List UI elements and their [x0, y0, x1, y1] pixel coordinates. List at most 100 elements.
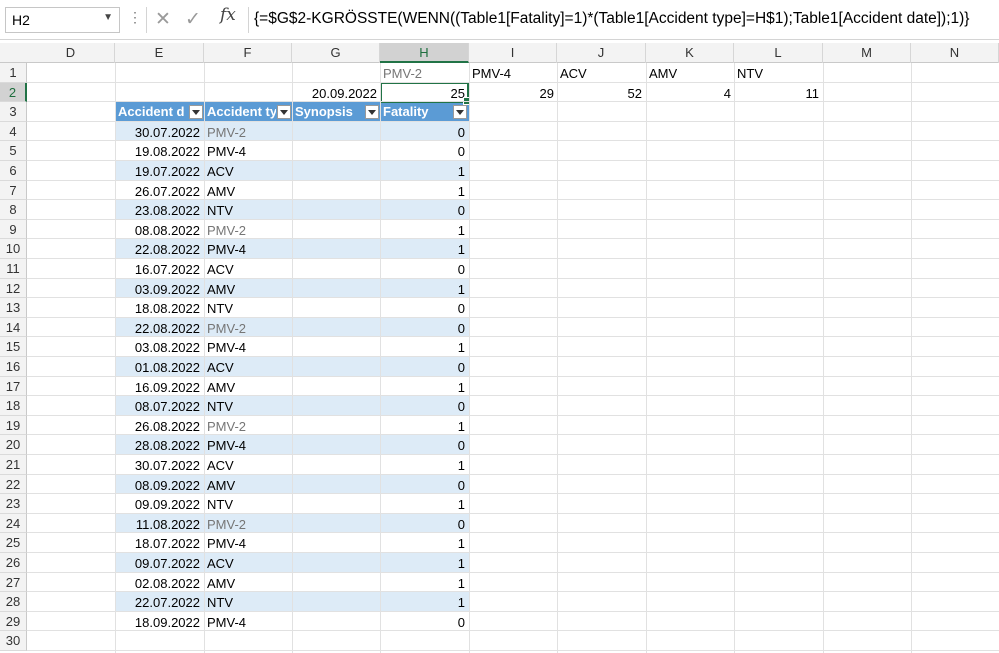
fatality-cell[interactable]: 1: [380, 378, 468, 397]
accident-date-cell[interactable]: 26.08.2022: [115, 417, 203, 436]
fatality-cell[interactable]: 0: [380, 319, 468, 338]
row-header-9[interactable]: 9: [0, 219, 27, 240]
accident-type-cell[interactable]: ACV: [204, 162, 292, 181]
formula-input[interactable]: {=$G$2-KGRÖSSTE(WENN((Table1[Fatality]=1…: [248, 7, 999, 33]
row-header-20[interactable]: 20: [0, 435, 27, 455]
accident-type-cell[interactable]: NTV: [204, 201, 292, 220]
accident-type-cell[interactable]: PMV-2: [204, 417, 292, 436]
accident-type-cell[interactable]: ACV: [204, 456, 292, 475]
accident-date-cell[interactable]: 16.07.2022: [115, 260, 203, 279]
fatality-cell[interactable]: 1: [380, 456, 468, 475]
fatality-cell[interactable]: 1: [380, 417, 468, 436]
fatality-cell[interactable]: 1: [380, 574, 468, 593]
row-header-13[interactable]: 13: [0, 298, 27, 318]
confirm-icon[interactable]: ✓: [185, 8, 201, 31]
fatality-cell[interactable]: 1: [380, 280, 468, 299]
name-box[interactable]: H2 ▼: [5, 7, 120, 33]
type-header-cell[interactable]: NTV: [734, 64, 822, 83]
column-header-I[interactable]: I: [469, 43, 557, 63]
row-header-24[interactable]: 24: [0, 513, 27, 534]
filter-dropdown-icon[interactable]: [453, 105, 467, 120]
fatality-cell[interactable]: 0: [380, 397, 468, 416]
type-header-cell[interactable]: PMV-4: [469, 64, 557, 83]
row-header-28[interactable]: 28: [0, 592, 27, 612]
column-header-J[interactable]: J: [557, 43, 646, 63]
accident-type-cell[interactable]: AMV: [204, 476, 292, 495]
fatality-cell[interactable]: 1: [380, 182, 468, 201]
days-since-cell[interactable]: 4: [646, 84, 734, 103]
accident-type-cell[interactable]: PMV-4: [204, 613, 292, 632]
accident-date-cell[interactable]: 11.08.2022: [115, 515, 203, 534]
more-options-icon[interactable]: ⋮: [128, 9, 142, 26]
accident-date-cell[interactable]: 01.08.2022: [115, 358, 203, 377]
accident-date-cell[interactable]: 19.08.2022: [115, 142, 203, 161]
accident-type-cell[interactable]: AMV: [204, 378, 292, 397]
row-header-19[interactable]: 19: [0, 415, 27, 436]
filter-dropdown-icon[interactable]: [189, 105, 203, 120]
accident-type-cell[interactable]: PMV-4: [204, 436, 292, 455]
accident-type-cell[interactable]: NTV: [204, 299, 292, 318]
days-since-cell[interactable]: 11: [734, 84, 822, 103]
type-header-cell[interactable]: ACV: [557, 64, 645, 83]
days-since-cell[interactable]: 29: [469, 84, 557, 103]
accident-date-cell[interactable]: 22.08.2022: [115, 319, 203, 338]
reference-date-cell[interactable]: 20.09.2022: [292, 84, 380, 103]
row-header-11[interactable]: 11: [0, 259, 27, 279]
row-header-16[interactable]: 16: [0, 357, 27, 377]
accident-type-cell[interactable]: AMV: [204, 280, 292, 299]
row-header-7[interactable]: 7: [0, 180, 27, 201]
fatality-cell[interactable]: 1: [380, 338, 468, 357]
fatality-cell[interactable]: 0: [380, 201, 468, 220]
column-header-F[interactable]: F: [204, 43, 292, 63]
accident-type-cell[interactable]: PMV-4: [204, 142, 292, 161]
row-header-5[interactable]: 5: [0, 141, 27, 161]
fatality-cell[interactable]: 0: [380, 476, 468, 495]
header-synopsis[interactable]: Synopsis: [292, 102, 364, 122]
fatality-cell[interactable]: 0: [380, 358, 468, 377]
accident-type-cell[interactable]: NTV: [204, 495, 292, 514]
accident-date-cell[interactable]: 22.07.2022: [115, 593, 203, 612]
column-header-H[interactable]: H: [380, 43, 469, 63]
accident-date-cell[interactable]: 30.07.2022: [115, 123, 203, 142]
accident-date-cell[interactable]: 19.07.2022: [115, 162, 203, 181]
accident-date-cell[interactable]: 08.07.2022: [115, 397, 203, 416]
accident-type-cell[interactable]: NTV: [204, 397, 292, 416]
row-header-3[interactable]: 3: [0, 102, 27, 122]
accident-type-cell[interactable]: PMV-2: [204, 515, 292, 534]
filter-dropdown-icon[interactable]: [277, 105, 291, 120]
accident-date-cell[interactable]: 02.08.2022: [115, 574, 203, 593]
accident-date-cell[interactable]: 26.07.2022: [115, 182, 203, 201]
row-header-1[interactable]: 1: [0, 63, 27, 83]
header-accident-date[interactable]: Accident d: [115, 102, 190, 122]
row-header-10[interactable]: 10: [0, 239, 27, 259]
fatality-cell[interactable]: 0: [380, 436, 468, 455]
column-header-D[interactable]: D: [27, 43, 115, 63]
row-header-8[interactable]: 8: [0, 200, 27, 220]
fatality-cell[interactable]: 0: [380, 123, 468, 142]
accident-type-cell[interactable]: PMV-4: [204, 534, 292, 553]
column-header-N[interactable]: N: [911, 43, 999, 63]
fatality-cell[interactable]: 1: [380, 495, 468, 514]
accident-date-cell[interactable]: 30.07.2022: [115, 456, 203, 475]
filter-dropdown-icon[interactable]: [365, 105, 379, 120]
row-header-27[interactable]: 27: [0, 572, 27, 593]
row-header-18[interactable]: 18: [0, 396, 27, 416]
accident-type-cell[interactable]: AMV: [204, 574, 292, 593]
fatality-cell[interactable]: 0: [380, 142, 468, 161]
chevron-down-icon[interactable]: ▼: [103, 12, 113, 23]
header-fatality[interactable]: Fatality: [380, 102, 452, 122]
cancel-icon[interactable]: ✕: [155, 8, 171, 31]
column-header-M[interactable]: M: [823, 43, 911, 63]
row-header-29[interactable]: 29: [0, 611, 27, 632]
worksheet-grid[interactable]: PMV-2 PMV-4 ACV AMV NTV 20.09.2022 25 29 52 4 11…: [27, 63, 999, 653]
row-header-15[interactable]: 15: [0, 337, 27, 357]
accident-date-cell[interactable]: 18.09.2022: [115, 613, 203, 632]
accident-type-cell[interactable]: ACV: [204, 358, 292, 377]
fatality-cell[interactable]: 1: [380, 221, 468, 240]
column-header-E[interactable]: E: [115, 43, 204, 63]
accident-type-cell[interactable]: PMV-4: [204, 338, 292, 357]
row-header-25[interactable]: 25: [0, 533, 27, 553]
row-header-30[interactable]: 30: [0, 631, 27, 651]
accident-type-cell[interactable]: NTV: [204, 593, 292, 612]
column-header-L[interactable]: L: [734, 43, 823, 63]
